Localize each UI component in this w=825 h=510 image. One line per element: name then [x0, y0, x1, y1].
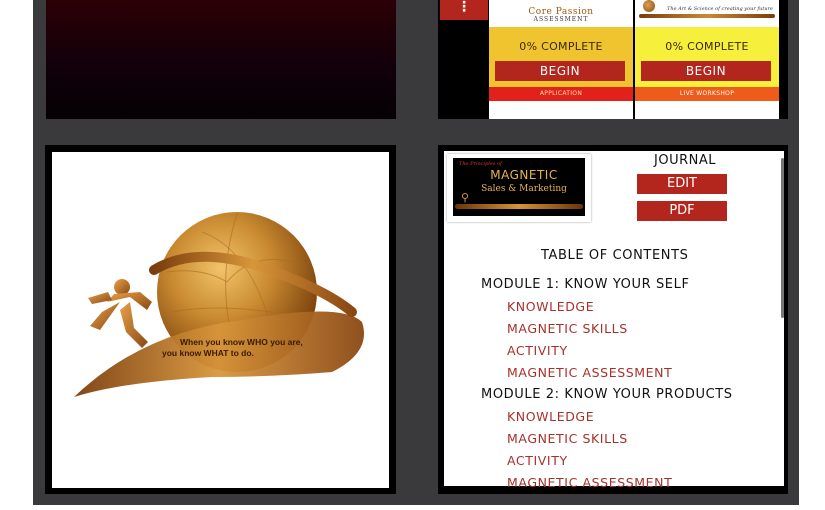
runner-icon	[643, 0, 655, 12]
toc-item-magnetic-assessment[interactable]: MAGNETIC ASSESSMENT	[481, 474, 781, 496]
toc-item-activity[interactable]: ACTIVITY	[481, 452, 781, 474]
toc-item-knowledge[interactable]: KNOWLEDGE	[481, 408, 781, 430]
logo-tagline-1: When you know WHO you are,	[180, 337, 303, 347]
program-card-live-workshop[interactable]: The Art & Science of creating your futur…	[635, 0, 779, 119]
swoosh-graphic	[455, 204, 583, 209]
begin-button[interactable]: BEGIN	[641, 61, 771, 81]
video-player[interactable]	[46, 0, 396, 119]
card-progress-area: 0% COMPLETE BEGIN	[635, 27, 779, 87]
logo-image: When you know WHO you are, you know WHAT…	[52, 152, 389, 488]
toc-item-magnetic-skills[interactable]: MAGNETIC SKILLS	[481, 320, 781, 342]
toc-module-2: MODULE 2: KNOW YOUR PRODUCTS	[481, 387, 733, 402]
pdf-button[interactable]: PDF	[637, 201, 727, 221]
runner-icon: ⚲	[461, 191, 470, 204]
logo-tagline-2: you know WHAT to do.	[162, 348, 254, 358]
toc-item-activity[interactable]: ACTIVITY	[481, 342, 781, 364]
globe-icon: When you know WHO you are, you know WHAT…	[74, 212, 364, 397]
card-thumbnail: Core Passion ASSESSMENT	[489, 0, 633, 26]
journal-title: JOURNAL	[654, 153, 716, 168]
logo-background: The Principles of MAGNETIC Sales & Marke…	[453, 158, 585, 216]
toc-module-1: MODULE 1: KNOW YOUR SELF	[481, 277, 690, 292]
progress-text: 0% COMPLETE	[519, 40, 603, 53]
toc-item-magnetic-assessment[interactable]: MAGNETIC ASSESSMENT	[481, 364, 781, 386]
thumb-subtitle: ASSESSMENT	[533, 16, 589, 23]
card-footer-label: APPLICATION	[489, 87, 633, 101]
magnetic-logo: The Principles of MAGNETIC Sales & Marke…	[447, 154, 591, 222]
runner-icon	[88, 279, 152, 348]
thumb-tagline: The Art & Science of creating your futur…	[667, 6, 773, 12]
card-progress-area: 0% COMPLETE BEGIN	[489, 27, 633, 87]
scrollbar[interactable]	[781, 158, 784, 318]
logo-pre: The Principles of	[459, 161, 502, 167]
swoosh-graphic	[639, 14, 775, 18]
table-of-contents: MODULE 1: KNOW YOUR SELF KNOWLEDGE MAGNE…	[481, 276, 781, 496]
progress-text: 0% COMPLETE	[665, 40, 749, 53]
card-thumbnail: The Art & Science of creating your futur…	[635, 0, 779, 26]
more-vertical-icon[interactable]: ⋮	[440, 0, 488, 20]
toc-title: TABLE OF CONTENTS	[541, 248, 689, 263]
program-card-core-passion[interactable]: Core Passion ASSESSMENT 0% COMPLETE BEGI…	[489, 0, 633, 119]
toc-item-knowledge[interactable]: KNOWLEDGE	[481, 298, 781, 320]
edit-button[interactable]: EDIT	[637, 174, 727, 194]
begin-button[interactable]: BEGIN	[495, 61, 625, 81]
logo-title: MAGNETIC	[490, 168, 558, 182]
logo-subtitle: Sales & Marketing	[481, 184, 567, 194]
card-footer-label: LIVE WORKSHOP	[635, 87, 779, 101]
toc-item-magnetic-skills[interactable]: MAGNETIC SKILLS	[481, 430, 781, 452]
